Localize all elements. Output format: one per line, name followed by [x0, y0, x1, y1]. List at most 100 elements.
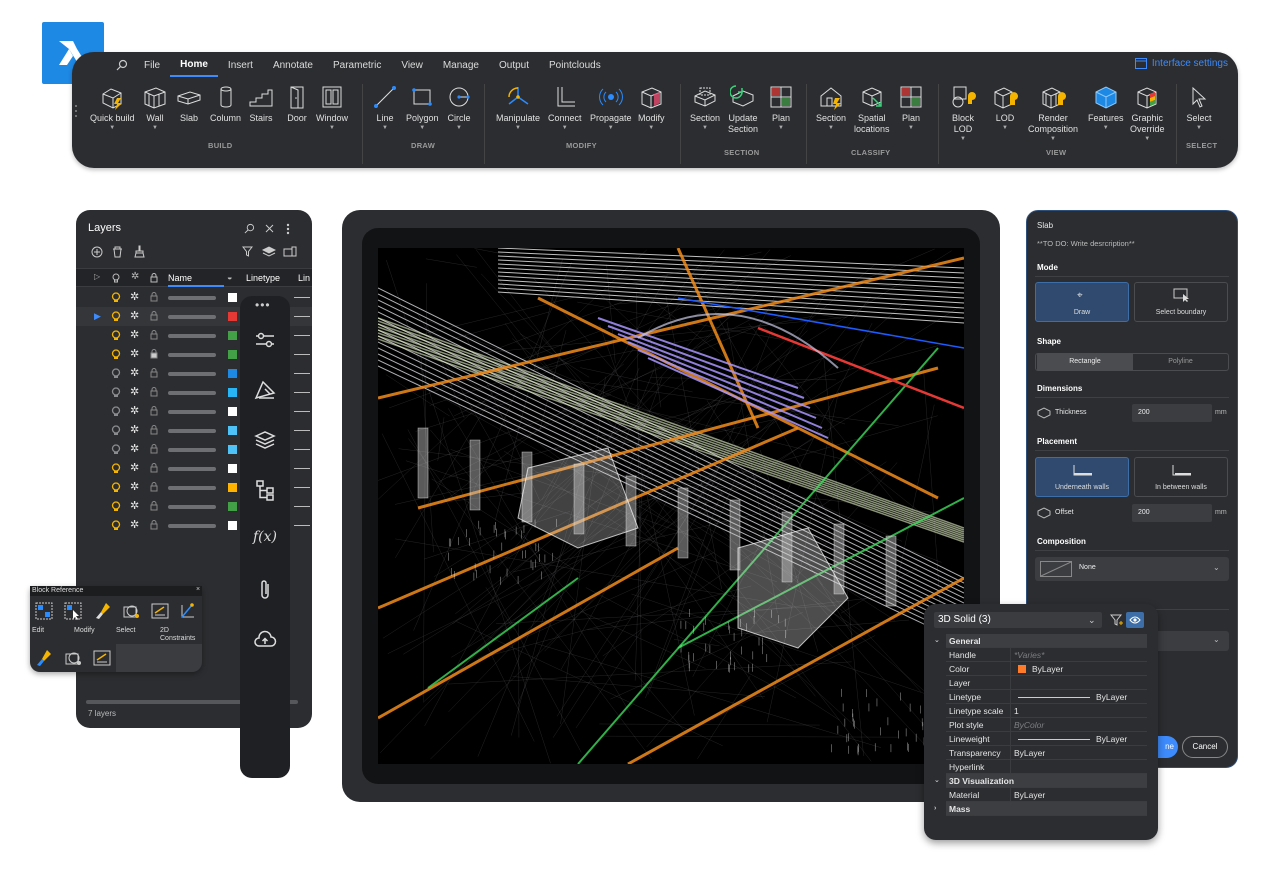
- rectangle-option[interactable]: Rectangle: [1037, 354, 1133, 370]
- quick-select-filter-icon[interactable]: [1110, 614, 1124, 627]
- update-section-tool[interactable]: Update Section: [728, 84, 758, 135]
- render-composition-tool[interactable]: Render Composition ▼: [1028, 84, 1078, 143]
- plan-section-tool[interactable]: Plan ▼: [768, 84, 794, 132]
- menu-manage[interactable]: Manage: [433, 56, 489, 76]
- name-column-header[interactable]: Name: [168, 273, 192, 283]
- in-between-walls-option[interactable]: In between walls: [1134, 457, 1228, 497]
- lightbulb-icon[interactable]: [111, 387, 121, 398]
- collapse-icon[interactable]: [265, 224, 274, 233]
- function-fx-icon[interactable]: f(x): [253, 529, 277, 545]
- property-row[interactable]: Linetype ByLayer: [946, 690, 1147, 704]
- property-row[interactable]: Transparency ByLayer: [946, 746, 1147, 760]
- freeze-sun-icon[interactable]: ✲: [130, 347, 139, 360]
- layer-color-swatch[interactable]: [228, 350, 237, 359]
- modify-tool[interactable]: Modify ▼: [638, 84, 665, 132]
- visualization-category[interactable]: ⌄ 3D Visualization: [934, 774, 1147, 788]
- lightbulb-icon[interactable]: [111, 349, 121, 360]
- close-icon[interactable]: ×: [196, 586, 200, 593]
- lock-icon[interactable]: [150, 330, 158, 340]
- offset-input[interactable]: 200: [1132, 504, 1212, 522]
- brush-icon[interactable]: [134, 245, 145, 258]
- lightbulb-icon[interactable]: [111, 482, 121, 493]
- line-tool[interactable]: Line ▼: [372, 84, 398, 132]
- layer-color-swatch[interactable]: [228, 388, 237, 397]
- lightbulb-icon[interactable]: [111, 311, 121, 322]
- trash-icon[interactable]: [112, 246, 123, 258]
- lock-icon[interactable]: [150, 387, 158, 397]
- menu-annotate[interactable]: Annotate: [263, 56, 323, 76]
- freeze-sun-icon[interactable]: ✲: [130, 290, 139, 303]
- select-boundary-option[interactable]: Select boundary: [1134, 282, 1228, 322]
- lightbulb-icon[interactable]: [111, 463, 121, 474]
- propagate-tool[interactable]: Propagate ▼: [590, 84, 632, 132]
- lightbulb-icon[interactable]: [111, 520, 121, 531]
- property-row[interactable]: Plot style ByColor: [946, 718, 1147, 732]
- connect-tool[interactable]: Connect ▼: [548, 84, 582, 132]
- lock-icon[interactable]: [150, 444, 158, 454]
- property-row[interactable]: Handle *Varies*: [946, 648, 1147, 662]
- attribute-edit-icon[interactable]: [92, 648, 112, 668]
- classify-section-tool[interactable]: Section ▼: [816, 84, 846, 132]
- freeze-sun-icon[interactable]: ✲: [130, 385, 139, 398]
- freeze-sun-icon[interactable]: ✲: [130, 480, 139, 493]
- lightbulb-icon[interactable]: [111, 406, 121, 417]
- freeze-sun-icon[interactable]: ✲: [130, 461, 139, 474]
- structure-tree-icon[interactable]: [253, 478, 277, 502]
- spatial-locations-tool[interactable]: Spatial locations: [854, 84, 890, 135]
- material-row[interactable]: Material ByLayer: [946, 788, 1147, 802]
- manipulate-tool[interactable]: Manipulate ▼: [496, 84, 540, 132]
- door-tool[interactable]: Door: [284, 84, 310, 124]
- circle-tool[interactable]: Circle ▼: [446, 84, 472, 132]
- search-icon[interactable]: [116, 59, 128, 71]
- parametric-constraint-icon[interactable]: [178, 601, 198, 621]
- cloud-upload-icon[interactable]: [253, 628, 277, 652]
- modify-block-icon[interactable]: [64, 602, 82, 620]
- cancel-button[interactable]: Cancel: [1182, 736, 1228, 758]
- lock-icon[interactable]: [150, 349, 158, 359]
- layer-color-swatch[interactable]: [228, 502, 237, 511]
- property-row[interactable]: Linetype scale 1: [946, 704, 1147, 718]
- layer-color-swatch[interactable]: [228, 312, 237, 321]
- graphic-override-tool[interactable]: Graphic Override ▼: [1130, 84, 1165, 143]
- lightbulb-icon[interactable]: [111, 330, 121, 341]
- layer-color-swatch[interactable]: [228, 369, 237, 378]
- properties-sliders-icon[interactable]: [253, 328, 277, 352]
- layer-color-swatch[interactable]: [228, 521, 237, 530]
- filter-icon[interactable]: [242, 246, 253, 257]
- lock-icon[interactable]: [150, 406, 158, 416]
- menu-pointclouds[interactable]: Pointclouds: [539, 56, 611, 76]
- draw-mode-option[interactable]: ⌖ Draw: [1035, 282, 1129, 322]
- plan-classify-tool[interactable]: Plan ▼: [898, 84, 924, 132]
- mass-category[interactable]: › Mass: [934, 802, 1147, 816]
- block-lod-tool[interactable]: Block LOD ▼: [950, 84, 976, 143]
- freeze-sun-icon[interactable]: ✲: [130, 366, 139, 379]
- menu-insert[interactable]: Insert: [218, 56, 263, 76]
- property-row[interactable]: Layer: [946, 676, 1147, 690]
- lock-icon[interactable]: [150, 292, 158, 302]
- more-vertical-icon[interactable]: [286, 223, 290, 235]
- lightbulb-icon[interactable]: [111, 425, 121, 436]
- menu-home[interactable]: Home: [170, 55, 218, 77]
- drag-handle-icon[interactable]: [74, 104, 78, 118]
- more-horizontal-icon[interactable]: •••: [255, 298, 271, 312]
- freeze-sun-icon[interactable]: ✲: [130, 499, 139, 512]
- toggle-pickadd-button[interactable]: [1126, 612, 1144, 628]
- select-brush-icon[interactable]: [94, 601, 114, 621]
- lineweight-column-header[interactable]: Lin: [298, 273, 310, 283]
- thickness-input[interactable]: 200: [1132, 404, 1212, 422]
- draw-tools-icon[interactable]: [253, 378, 277, 402]
- underneath-walls-option[interactable]: Underneath walls: [1035, 457, 1129, 497]
- match-properties-brush-icon[interactable]: [35, 648, 55, 668]
- lock-icon[interactable]: [150, 311, 158, 321]
- menu-output[interactable]: Output: [489, 56, 539, 76]
- select-tool[interactable]: Select ▼: [1186, 84, 1212, 132]
- layer-settings-icon[interactable]: [283, 245, 297, 258]
- property-row[interactable]: Hyperlink: [946, 760, 1147, 774]
- lightbulb-icon[interactable]: [111, 292, 121, 303]
- lightbulb-icon[interactable]: [111, 444, 121, 455]
- interface-settings-link[interactable]: Interface settings: [1134, 58, 1228, 69]
- wall-tool[interactable]: Wall ▼: [142, 84, 168, 132]
- stairs-tool[interactable]: Stairs: [248, 84, 274, 124]
- section-tool[interactable]: Section ▼: [690, 84, 720, 132]
- quick-build-tool[interactable]: Quick build ▼: [90, 84, 135, 132]
